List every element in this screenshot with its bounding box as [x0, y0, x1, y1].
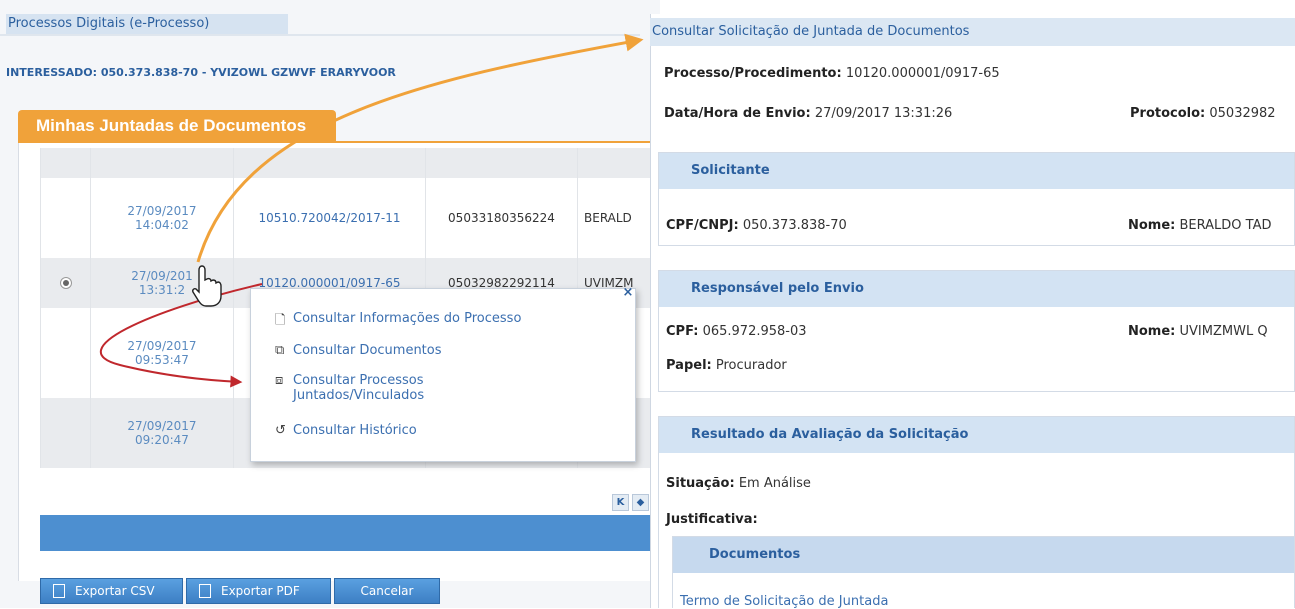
section-header: Documentos [673, 537, 1294, 573]
table-footer-bar [40, 515, 660, 551]
menu-item-label: Consultar Histórico [293, 423, 417, 438]
date-cell: 27/09/2017 14:04:02 [90, 178, 233, 258]
table-header-row [40, 148, 660, 178]
menu-item-consultar-processos-juntados[interactable]: ⧈ Consultar Processos Juntados/Vinculados [275, 373, 424, 403]
export-csv-label: Exportar CSV [75, 584, 155, 598]
processo-link[interactable]: 10510.720042/2017-11 [233, 178, 425, 258]
cancel-label: Cancelar [360, 584, 414, 598]
solicitante-cpf-field: CPF/CNPJ: 050.373.838-70 [666, 218, 847, 233]
responsavel-papel-field: Papel: Procurador [666, 358, 787, 373]
export-csv-button[interactable]: Exportar CSV [40, 578, 183, 604]
menu-item-label: Consultar Processos Juntados/Vinculados [293, 373, 425, 403]
nome-cell: BERALD [577, 178, 660, 258]
pdf-icon [199, 584, 211, 598]
solicitante-nome-field: Nome: BERALDO TAD [1128, 218, 1272, 233]
justificativa-field: Justificativa: [666, 512, 758, 527]
header-cell [233, 148, 425, 178]
menu-item-consultar-informacoes[interactable]: 🗋 Consultar Informações do Processo [275, 311, 521, 333]
header-cell [577, 148, 660, 178]
documents-icon: ⧉ [275, 343, 285, 358]
prev-page-button[interactable]: ◆ [632, 494, 649, 511]
responsavel-nome-field: Nome: UVIMZMWL Q [1128, 324, 1268, 339]
first-page-button[interactable]: K [612, 494, 629, 511]
row-select-cell[interactable] [40, 398, 90, 468]
menu-item-consultar-historico[interactable]: ↺ Consultar Histórico [275, 423, 417, 438]
history-icon: ↺ [275, 423, 286, 438]
interessado-label: INTERESSADO: 050.373.838-70 - YVIZOWL GZ… [6, 66, 396, 79]
table-row[interactable]: 27/09/2017 14:04:02 10510.720042/2017-11 … [40, 178, 660, 258]
date-cell: 27/09/2017 09:20:47 [90, 398, 233, 468]
data-hora-field: Data/Hora de Envio: 27/09/2017 13:31:26 [664, 106, 953, 121]
header-cell [40, 148, 90, 178]
section-header: Solicitante [659, 153, 1294, 189]
file-icon [53, 584, 65, 598]
document-icon: 🗋 [275, 313, 286, 328]
header-cell [90, 148, 233, 178]
linked-processes-icon: ⧈ [275, 373, 284, 388]
close-icon[interactable]: × [621, 286, 635, 300]
protocolo-field: Protocolo: 05032982 [1130, 106, 1276, 121]
processo-field: Processo/Procedimento: 10120.000001/0917… [664, 66, 1000, 81]
export-pdf-button[interactable]: Exportar PDF [186, 578, 331, 604]
row-select-cell[interactable] [40, 308, 90, 398]
export-pdf-label: Exportar PDF [221, 584, 300, 598]
menu-item-label: Consultar Informações do Processo [293, 311, 522, 326]
menu-item-label: Consultar Documentos [293, 343, 442, 358]
responsavel-cpf-field: CPF: 065.972.958-03 [666, 324, 807, 339]
row-select-cell[interactable] [40, 258, 90, 308]
menu-item-consultar-documentos[interactable]: ⧉ Consultar Documentos [275, 343, 442, 358]
cancel-button[interactable]: Cancelar [334, 578, 440, 604]
row-select-cell[interactable] [40, 178, 90, 258]
situacao-field: Situação: Em Análise [666, 476, 811, 491]
section-header: Resultado da Avaliação da Solicitação [659, 417, 1294, 453]
header-cell [425, 148, 577, 178]
date-cell: 27/09/2017 09:53:47 [90, 308, 233, 398]
date-cell: 27/09/201 13:31:2 [90, 258, 233, 308]
app-title: Processos Digitais (e-Processo) [6, 14, 288, 34]
row-radio[interactable] [59, 277, 72, 289]
context-menu: 🗋 Consultar Informações do Processo ⧉ Co… [250, 288, 636, 462]
title-divider [0, 34, 640, 36]
section-header: Responsável pelo Envio [659, 271, 1294, 307]
documento-link[interactable]: Termo de Solicitação de Juntada [680, 594, 888, 609]
modal-title: Consultar Solicitação de Juntada de Docu… [650, 18, 1295, 46]
panel-title-tab: Minhas Juntadas de Documentos [18, 110, 336, 142]
protocolo-cell: 05033180356224 [425, 178, 577, 258]
